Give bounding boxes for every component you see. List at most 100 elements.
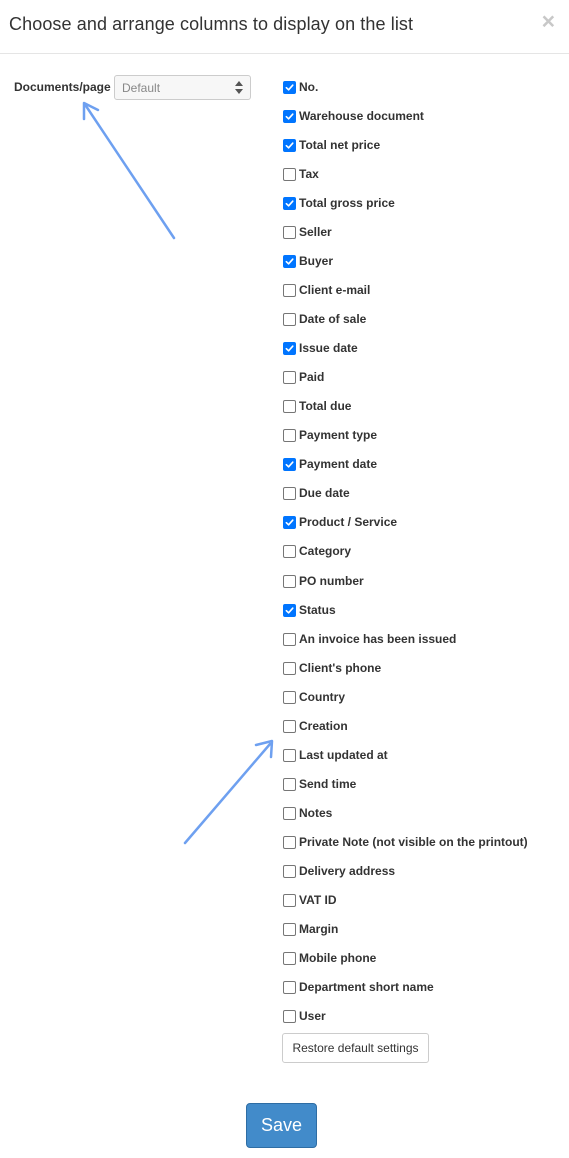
column-option[interactable]: Notes (283, 803, 332, 823)
column-option[interactable]: Private Note (not visible on the printou… (283, 832, 528, 852)
checkbox-unchecked[interactable] (283, 283, 296, 297)
column-option[interactable]: Payment type (283, 425, 377, 445)
column-option[interactable]: Last updated at (283, 745, 388, 765)
checkbox-checked[interactable] (283, 138, 296, 152)
column-option-label: User (299, 1009, 326, 1023)
column-option-label: Margin (299, 922, 339, 936)
dialog-header: Choose and arrange columns to display on… (0, 0, 569, 54)
arrow-icon-top (82, 101, 176, 240)
column-option-label: Buyer (299, 254, 334, 268)
column-option-label: Issue date (299, 341, 358, 355)
column-option[interactable]: Issue date (283, 338, 358, 358)
checkbox-unchecked[interactable] (283, 428, 296, 442)
column-option-label: Client e-mail (299, 283, 371, 297)
column-option[interactable]: An invoice has been issued (283, 629, 456, 649)
column-option[interactable]: Category (283, 541, 351, 561)
checkbox-unchecked[interactable] (283, 835, 296, 849)
documents-per-page-label: Documents/page (14, 80, 111, 94)
column-option[interactable]: Warehouse document (283, 106, 424, 126)
checkbox-unchecked[interactable] (283, 980, 296, 994)
column-option-label: PO number (299, 574, 364, 588)
checkbox-unchecked[interactable] (283, 748, 296, 762)
restore-default-settings-button[interactable]: Restore default settings (282, 1033, 429, 1063)
column-option-label: Client's phone (299, 661, 382, 675)
checkbox-unchecked[interactable] (283, 544, 296, 558)
checkbox-unchecked[interactable] (283, 312, 296, 326)
checkbox-checked[interactable] (283, 254, 296, 268)
checkbox-unchecked[interactable] (283, 225, 296, 239)
column-option[interactable]: Department short name (283, 977, 434, 997)
close-icon[interactable]: × (542, 10, 555, 33)
column-option[interactable]: Paid (283, 367, 324, 387)
checkbox-unchecked[interactable] (283, 864, 296, 878)
column-option[interactable]: Due date (283, 483, 350, 503)
checkbox-unchecked[interactable] (283, 399, 296, 413)
checkbox-unchecked[interactable] (283, 370, 296, 384)
checkbox-checked[interactable] (283, 515, 296, 529)
column-option-label: Department short name (299, 980, 434, 994)
column-option-label: Private Note (not visible on the printou… (299, 835, 528, 849)
column-option[interactable]: Delivery address (283, 861, 395, 881)
column-option-label: Payment type (299, 428, 378, 442)
documents-per-page-select[interactable]: Default (114, 75, 251, 100)
select-updown-icon (235, 78, 243, 94)
column-option-label: Warehouse document (299, 109, 424, 123)
column-option[interactable]: Margin (283, 919, 338, 939)
column-option[interactable]: No. (283, 77, 318, 97)
column-option-label: An invoice has been issued (299, 632, 457, 646)
column-option[interactable]: Total due (283, 396, 351, 416)
checkbox-unchecked[interactable] (283, 661, 296, 675)
column-option-label: Payment date (299, 457, 378, 471)
column-option[interactable]: Payment date (283, 454, 377, 474)
checkbox-unchecked[interactable] (283, 690, 296, 704)
checkbox-checked[interactable] (283, 80, 296, 94)
column-option-label: Total gross price (299, 196, 395, 210)
save-button[interactable]: Save (246, 1103, 317, 1148)
checkbox-unchecked[interactable] (283, 922, 296, 936)
checkbox-checked[interactable] (283, 603, 296, 617)
column-option[interactable]: Product / Service (283, 512, 397, 532)
checkbox-checked[interactable] (283, 196, 296, 210)
column-option[interactable]: User (283, 1006, 326, 1026)
checkbox-unchecked[interactable] (283, 486, 296, 500)
checkbox-unchecked[interactable] (283, 167, 296, 181)
column-option[interactable]: Tax (283, 164, 319, 184)
checkbox-unchecked[interactable] (283, 893, 296, 907)
column-option-label: Total net price (299, 138, 381, 152)
column-option[interactable]: Date of sale (283, 309, 366, 329)
checkbox-unchecked[interactable] (283, 632, 296, 646)
column-option[interactable]: Mobile phone (283, 948, 376, 968)
column-option[interactable]: PO number (283, 571, 364, 591)
column-option-label: Creation (299, 719, 348, 733)
column-option[interactable]: Status (283, 600, 336, 620)
column-option-label: Seller (299, 225, 332, 239)
column-option[interactable]: Client's phone (283, 658, 381, 678)
column-option[interactable]: Send time (283, 774, 356, 794)
checkbox-unchecked[interactable] (283, 806, 296, 820)
column-option-label: Send time (299, 777, 357, 791)
checkbox-checked[interactable] (283, 457, 296, 471)
arrow-icon-bottom (183, 739, 274, 845)
column-option[interactable]: Seller (283, 222, 332, 242)
column-option[interactable]: Total gross price (283, 193, 395, 213)
column-option-label: Total due (299, 399, 352, 413)
column-option-label: Status (299, 603, 336, 617)
column-option[interactable]: Creation (283, 716, 348, 736)
documents-per-page-value: Default (122, 81, 161, 95)
checkbox-unchecked[interactable] (283, 719, 296, 733)
checkbox-unchecked[interactable] (283, 574, 296, 588)
checkbox-unchecked[interactable] (283, 777, 296, 791)
column-option-label: Date of sale (299, 312, 367, 326)
column-option[interactable]: Total net price (283, 135, 380, 155)
checkbox-checked[interactable] (283, 109, 296, 123)
column-option-label: Category (299, 544, 352, 558)
column-option-label: No. (299, 80, 319, 94)
column-option[interactable]: Client e-mail (283, 280, 370, 300)
checkbox-checked[interactable] (283, 341, 296, 355)
column-option[interactable]: Country (283, 687, 345, 707)
checkbox-unchecked[interactable] (283, 951, 296, 965)
column-option[interactable]: Buyer (283, 251, 333, 271)
column-option[interactable]: VAT ID (283, 890, 337, 910)
column-option-label: Notes (299, 806, 333, 820)
checkbox-unchecked[interactable] (283, 1009, 296, 1023)
